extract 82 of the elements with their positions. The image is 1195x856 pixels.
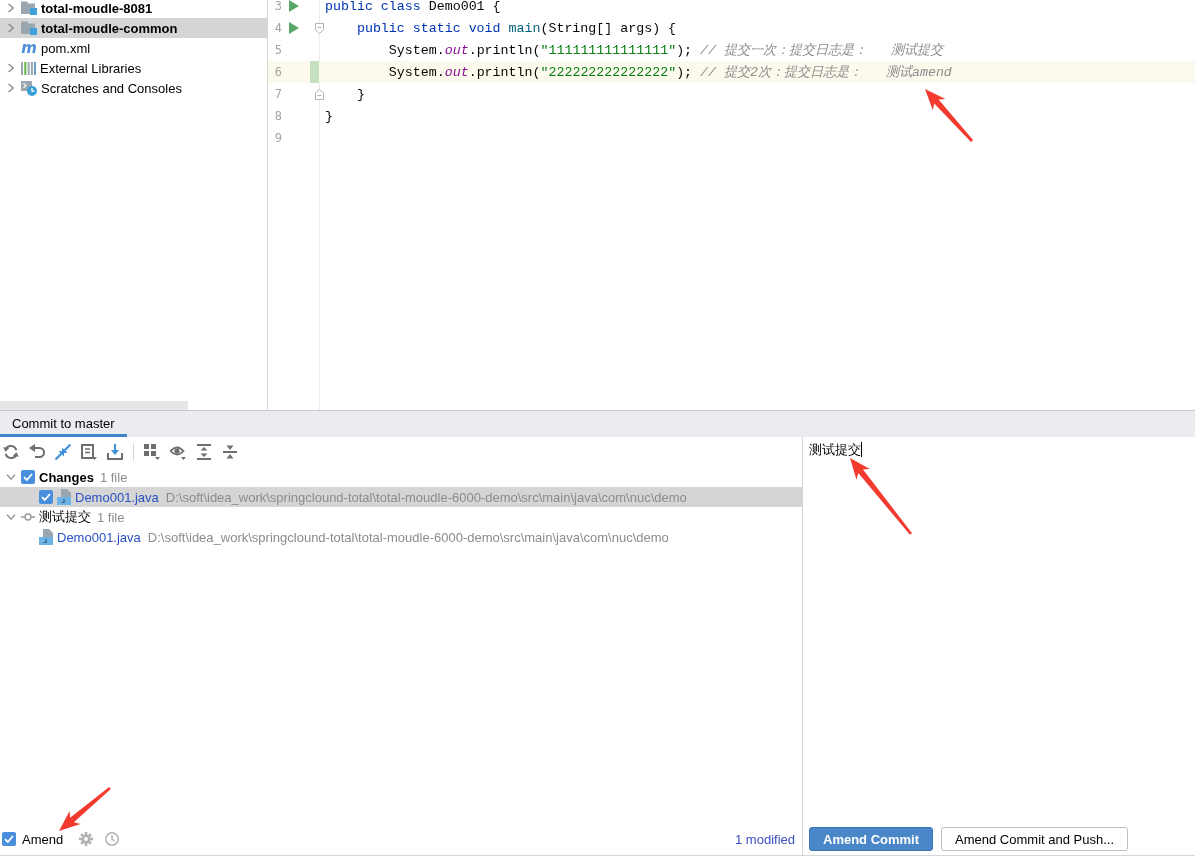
checkbox-label[interactable]: Amend (22, 831, 64, 847)
tree-item[interactable]: m pom.xml (0, 38, 267, 58)
modified-link[interactable]: 1 modified (735, 831, 795, 847)
undo-icon (29, 444, 45, 460)
tree-item-label: total-moudle-common (41, 20, 178, 36)
fold-icon[interactable] (315, 22, 324, 34)
tree-item[interactable]: total-moudle-common (0, 18, 267, 38)
console-clock-icon (21, 80, 37, 96)
line-number: 5 (273, 43, 282, 57)
code-text: public static void main(String[] args) { (355, 20, 677, 36)
library-icon (21, 61, 36, 75)
tree-item-label: total-moudle-8081 (41, 0, 153, 16)
m-icon: m (21, 40, 37, 56)
tab[interactable]: Commit to master (0, 411, 127, 437)
text-caret-icon (861, 442, 862, 457)
download-button[interactable] (104, 441, 126, 463)
clock-icon (105, 832, 120, 846)
line-number: 6 (273, 65, 282, 79)
code-text: } (324, 108, 333, 124)
primary-button[interactable]: Amend Commit (809, 827, 934, 851)
code-text: public class Demo001 { (324, 0, 501, 14)
collapse-all-icon (222, 444, 238, 460)
arrows-button[interactable] (52, 441, 74, 463)
chevron-right-icon[interactable] (8, 63, 14, 73)
code-text: System.out.println("222222222222222"); // 提交2次：提交日志是： 测试amend (387, 64, 952, 81)
document-icon (81, 444, 97, 460)
checkbox[interactable] (39, 490, 53, 504)
run-icon[interactable] (289, 0, 299, 12)
code-text: } (355, 86, 365, 102)
tree-item[interactable]: Scratches and Consoles (0, 78, 267, 98)
file-count: 1 file (99, 469, 128, 485)
file-name: Demo001.java (75, 489, 159, 505)
file-path: D:\soft\idea_work\springclound-total\total-moudle-6000-demo\src\main\java\com\nuc\demo (147, 529, 669, 545)
chevron-down-icon[interactable] (6, 474, 16, 480)
settings-icon (79, 832, 94, 846)
tree-item-label: Scratches and Consoles (41, 80, 182, 96)
fold-icon[interactable] (315, 88, 324, 100)
tree-item[interactable]: External Libraries (0, 58, 267, 78)
tree-item-label: External Libraries (40, 60, 142, 76)
line-number: 3 (273, 0, 282, 13)
expand-all-icon (196, 444, 212, 460)
chevron-down-icon[interactable] (6, 514, 16, 520)
arrow-icon (59, 787, 111, 831)
chevron-right-icon[interactable] (8, 83, 14, 93)
checkbox[interactable] (2, 832, 16, 846)
refresh-icon (3, 444, 19, 460)
download-icon (107, 444, 123, 460)
eye-icon (170, 444, 186, 460)
commit-message-field[interactable]: 测试提交 (803, 437, 1195, 823)
file-icon (39, 529, 53, 545)
tree-item[interactable]: 测试提交 1 file (0, 507, 802, 527)
grid-button[interactable] (141, 441, 163, 463)
arrow-icon (850, 458, 912, 535)
file-count: 1 file (97, 509, 125, 525)
run-icon[interactable] (289, 22, 299, 34)
line-number: 4 (273, 21, 282, 35)
tree-item[interactable]: total-moudle-8081 (0, 0, 267, 18)
line-number: 8 (273, 109, 282, 123)
grid-icon (144, 444, 160, 460)
chevron-right-icon[interactable] (8, 3, 14, 13)
line-number: 9 (273, 131, 282, 145)
document-button[interactable] (78, 441, 100, 463)
commit-icon (21, 513, 35, 521)
secondary-button[interactable]: Amend Commit and Push... (941, 827, 1129, 851)
tree-item[interactable]: Changes 1 file (0, 467, 802, 487)
file-path: D:\soft\idea_work\springclound-total\total-moudle-6000-demo\src\main\java\com\nuc\demo (165, 489, 687, 505)
arrow-icon (925, 89, 973, 142)
horizontal-scrollbar[interactable] (0, 401, 188, 410)
arrows-icon (55, 444, 71, 460)
code-text: System.out.println("111111111111111"); // 提交一次：提交日志是： 测试提交 (387, 42, 943, 59)
folder-icon (21, 1, 37, 15)
folder-icon (21, 21, 37, 35)
tree-item[interactable]: Demo001.java D:\soft\idea_work\springclound-total\total-moudle-6000-demo\src\main\java\com\nuc\demo (0, 527, 802, 547)
line-number: 7 (273, 87, 282, 101)
file-name: Demo001.java (57, 529, 141, 545)
tree-item[interactable]: Demo001.java D:\soft\idea_work\springclound-total\total-moudle-6000-demo\src\main\java\com\nuc\demo (0, 487, 802, 507)
file-icon (57, 489, 71, 505)
tree-item-label: pom.xml (41, 40, 91, 56)
checkbox[interactable] (21, 470, 35, 484)
changelist-label: Changes (39, 469, 94, 485)
commit-label: 测试提交 (39, 508, 91, 526)
chevron-right-icon[interactable] (8, 23, 14, 33)
